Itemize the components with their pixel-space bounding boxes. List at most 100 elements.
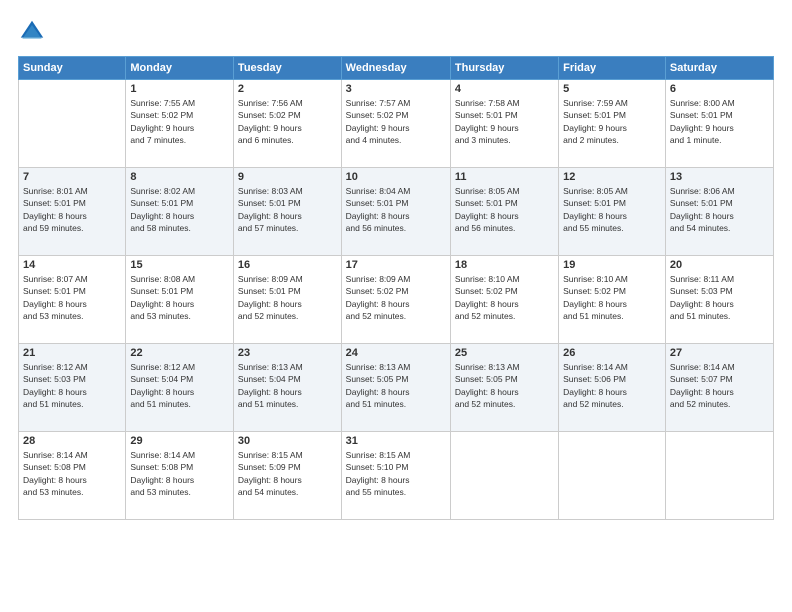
day-info: Sunrise: 8:05 AM Sunset: 5:01 PM Dayligh… (455, 185, 554, 234)
header (18, 18, 774, 46)
day-info: Sunrise: 8:01 AM Sunset: 5:01 PM Dayligh… (23, 185, 121, 234)
day-info: Sunrise: 8:14 AM Sunset: 5:06 PM Dayligh… (563, 361, 661, 410)
day-info: Sunrise: 8:14 AM Sunset: 5:07 PM Dayligh… (670, 361, 769, 410)
day-number: 8 (130, 171, 229, 183)
day-number: 15 (130, 259, 229, 271)
day-info: Sunrise: 8:14 AM Sunset: 5:08 PM Dayligh… (130, 449, 229, 498)
day-info: Sunrise: 8:05 AM Sunset: 5:01 PM Dayligh… (563, 185, 661, 234)
day-info: Sunrise: 8:15 AM Sunset: 5:09 PM Dayligh… (238, 449, 337, 498)
calendar-week-row: 14Sunrise: 8:07 AM Sunset: 5:01 PM Dayli… (19, 256, 774, 344)
day-number: 27 (670, 347, 769, 359)
calendar-cell: 12 Sunrise: 8:05 AM Sunset: 5:01 PM Dayli… (559, 168, 666, 256)
day-number: 18 (455, 259, 554, 271)
day-info: Sunrise: 7:59 AM Sunset: 5:01 PM Dayligh… (563, 97, 661, 146)
day-number: 10 (346, 171, 446, 183)
calendar-cell: 29Sunrise: 8:14 AM Sunset: 5:08 PM Dayli… (126, 432, 234, 520)
day-number: 20 (670, 259, 769, 271)
weekday-header: Thursday (450, 57, 558, 80)
calendar-cell: 10 Sunrise: 8:04 AM Sunset: 5:01 PM Dayli… (341, 168, 450, 256)
calendar-cell: 24Sunrise: 8:13 AM Sunset: 5:05 PM Dayli… (341, 344, 450, 432)
day-info: Sunrise: 8:10 AM Sunset: 5:02 PM Dayligh… (455, 273, 554, 322)
calendar-cell: 19Sunrise: 8:10 AM Sunset: 5:02 PM Dayli… (559, 256, 666, 344)
calendar-cell: 7 Sunrise: 8:01 AM Sunset: 5:01 PM Daylig… (19, 168, 126, 256)
calendar-cell: 30 Sunrise: 8:15 AM Sunset: 5:09 PM Dayli… (233, 432, 341, 520)
day-info: Sunrise: 7:58 AM Sunset: 5:01 PM Dayligh… (455, 97, 554, 146)
calendar-cell (450, 432, 558, 520)
day-info: Sunrise: 8:12 AM Sunset: 5:04 PM Dayligh… (130, 361, 229, 410)
weekday-header: Sunday (19, 57, 126, 80)
day-info: Sunrise: 8:15 AM Sunset: 5:10 PM Dayligh… (346, 449, 446, 498)
calendar-cell: 20 Sunrise: 8:11 AM Sunset: 5:03 PM Dayli… (665, 256, 773, 344)
calendar-week-row: 1 Sunrise: 7:55 AM Sunset: 5:02 PM Daylig… (19, 80, 774, 168)
calendar-cell: 23 Sunrise: 8:13 AM Sunset: 5:04 PM Dayli… (233, 344, 341, 432)
logo-icon (18, 18, 46, 46)
calendar-cell: 15Sunrise: 8:08 AM Sunset: 5:01 PM Dayli… (126, 256, 234, 344)
logo (18, 18, 50, 46)
day-number: 14 (23, 259, 121, 271)
calendar-cell: 3 Sunrise: 7:57 AM Sunset: 5:02 PM Daylig… (341, 80, 450, 168)
day-number: 25 (455, 347, 554, 359)
day-number: 9 (238, 171, 337, 183)
day-number: 23 (238, 347, 337, 359)
day-number: 1 (130, 83, 229, 95)
day-number: 2 (238, 83, 337, 95)
day-number: 30 (238, 435, 337, 447)
calendar-cell: 5 Sunrise: 7:59 AM Sunset: 5:01 PM Daylig… (559, 80, 666, 168)
calendar-table: SundayMondayTuesdayWednesdayThursdayFrid… (18, 56, 774, 520)
day-info: Sunrise: 8:06 AM Sunset: 5:01 PM Dayligh… (670, 185, 769, 234)
calendar-cell (665, 432, 773, 520)
day-info: Sunrise: 7:56 AM Sunset: 5:02 PM Dayligh… (238, 97, 337, 146)
calendar-cell: 14Sunrise: 8:07 AM Sunset: 5:01 PM Dayli… (19, 256, 126, 344)
day-number: 17 (346, 259, 446, 271)
calendar-cell: 25Sunrise: 8:13 AM Sunset: 5:05 PM Dayli… (450, 344, 558, 432)
day-info: Sunrise: 8:14 AM Sunset: 5:08 PM Dayligh… (23, 449, 121, 498)
calendar-header-row: SundayMondayTuesdayWednesdayThursdayFrid… (19, 57, 774, 80)
calendar-cell: 1 Sunrise: 7:55 AM Sunset: 5:02 PM Daylig… (126, 80, 234, 168)
day-info: Sunrise: 8:02 AM Sunset: 5:01 PM Dayligh… (130, 185, 229, 234)
calendar-cell: 8 Sunrise: 8:02 AM Sunset: 5:01 PM Daylig… (126, 168, 234, 256)
day-number: 13 (670, 171, 769, 183)
day-number: 5 (563, 83, 661, 95)
calendar-cell: 4 Sunrise: 7:58 AM Sunset: 5:01 PM Daylig… (450, 80, 558, 168)
day-info: Sunrise: 8:13 AM Sunset: 5:04 PM Dayligh… (238, 361, 337, 410)
day-number: 21 (23, 347, 121, 359)
calendar-cell: 28 Sunrise: 8:14 AM Sunset: 5:08 PM Dayli… (19, 432, 126, 520)
day-number: 6 (670, 83, 769, 95)
day-info: Sunrise: 7:57 AM Sunset: 5:02 PM Dayligh… (346, 97, 446, 146)
calendar-week-row: 21Sunrise: 8:12 AM Sunset: 5:03 PM Dayli… (19, 344, 774, 432)
day-info: Sunrise: 8:04 AM Sunset: 5:01 PM Dayligh… (346, 185, 446, 234)
day-info: Sunrise: 8:00 AM Sunset: 5:01 PM Dayligh… (670, 97, 769, 146)
calendar-cell: 11 Sunrise: 8:05 AM Sunset: 5:01 PM Dayli… (450, 168, 558, 256)
day-number: 22 (130, 347, 229, 359)
day-info: Sunrise: 8:11 AM Sunset: 5:03 PM Dayligh… (670, 273, 769, 322)
calendar-cell: 16Sunrise: 8:09 AM Sunset: 5:01 PM Dayli… (233, 256, 341, 344)
day-number: 11 (455, 171, 554, 183)
day-number: 31 (346, 435, 446, 447)
calendar-week-row: 28 Sunrise: 8:14 AM Sunset: 5:08 PM Dayli… (19, 432, 774, 520)
weekday-header: Friday (559, 57, 666, 80)
calendar-cell: 6 Sunrise: 8:00 AM Sunset: 5:01 PM Daylig… (665, 80, 773, 168)
day-info: Sunrise: 7:55 AM Sunset: 5:02 PM Dayligh… (130, 97, 229, 146)
calendar-cell (559, 432, 666, 520)
calendar-cell: 2 Sunrise: 7:56 AM Sunset: 5:02 PM Daylig… (233, 80, 341, 168)
calendar-cell (19, 80, 126, 168)
day-number: 28 (23, 435, 121, 447)
day-number: 26 (563, 347, 661, 359)
calendar-cell: 27 Sunrise: 8:14 AM Sunset: 5:07 PM Dayli… (665, 344, 773, 432)
day-number: 12 (563, 171, 661, 183)
day-info: Sunrise: 8:03 AM Sunset: 5:01 PM Dayligh… (238, 185, 337, 234)
page: SundayMondayTuesdayWednesdayThursdayFrid… (0, 0, 792, 612)
calendar-cell: 26 Sunrise: 8:14 AM Sunset: 5:06 PM Dayli… (559, 344, 666, 432)
weekday-header: Wednesday (341, 57, 450, 80)
day-number: 7 (23, 171, 121, 183)
calendar-cell: 22 Sunrise: 8:12 AM Sunset: 5:04 PM Dayli… (126, 344, 234, 432)
day-number: 24 (346, 347, 446, 359)
weekday-header: Tuesday (233, 57, 341, 80)
calendar-cell: 21Sunrise: 8:12 AM Sunset: 5:03 PM Dayli… (19, 344, 126, 432)
day-info: Sunrise: 8:09 AM Sunset: 5:01 PM Dayligh… (238, 273, 337, 322)
calendar-cell: 13 Sunrise: 8:06 AM Sunset: 5:01 PM Dayli… (665, 168, 773, 256)
calendar-cell: 17Sunrise: 8:09 AM Sunset: 5:02 PM Dayli… (341, 256, 450, 344)
day-number: 4 (455, 83, 554, 95)
weekday-header: Saturday (665, 57, 773, 80)
day-number: 3 (346, 83, 446, 95)
